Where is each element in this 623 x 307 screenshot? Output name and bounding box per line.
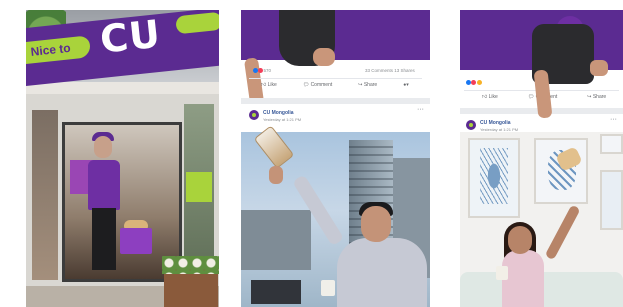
comment-label: Comment [310, 82, 333, 88]
previous-post-image [241, 10, 430, 60]
like-reaction-icon [466, 80, 471, 86]
page-name[interactable]: CU Mongolia [263, 110, 294, 116]
window-left [32, 110, 58, 280]
page-avatar[interactable] [466, 120, 476, 130]
reaction-icons [466, 80, 482, 86]
love-reaction-icon [258, 68, 264, 74]
thumbs-up-icon: 👍︎ [261, 82, 267, 88]
clerk-vest [88, 160, 120, 210]
woman-face [508, 226, 532, 254]
share-label: Share [592, 94, 607, 100]
feed-separator [241, 98, 430, 104]
man-hand [269, 166, 283, 184]
post-timestamp[interactable]: Yesterday at 1:21 PM [263, 117, 301, 122]
comment-icon: 💬︎ [302, 82, 310, 88]
page-avatar[interactable] [249, 110, 259, 120]
reaction-icons [253, 68, 264, 74]
clerk-legs [92, 208, 116, 270]
share-button[interactable]: ↪ Share [358, 82, 377, 88]
divider [249, 78, 422, 79]
share-icon: ↪ [587, 94, 592, 100]
share-label: Share [363, 82, 378, 88]
clerk-hand [590, 60, 608, 76]
post-actions: 👍︎ Like 💬︎ Comment ↪ Share ●▾ [261, 82, 409, 88]
like-label: Like [488, 94, 498, 100]
man-face [361, 206, 391, 242]
building-low [241, 210, 311, 270]
paper-cup [321, 280, 335, 296]
cu-store-photo: Nice to CU [26, 10, 219, 307]
more-options-icon[interactable]: ··· [417, 106, 424, 113]
wall-art-botanical [534, 138, 588, 204]
like-button[interactable]: 👍︎ Like [261, 82, 277, 88]
share-button[interactable]: ↪ Share [587, 94, 606, 100]
wall-art-coral [468, 138, 520, 218]
like-button[interactable]: 👍︎ Like [482, 94, 498, 100]
love-reaction-icon [471, 80, 477, 86]
planter-flowers [162, 256, 219, 274]
comments-shares-count[interactable]: 33 Comments 13 Shares [365, 68, 415, 73]
shopping-basket [120, 228, 152, 254]
wall-art-small [600, 134, 623, 154]
comment-icon: 💬︎ [527, 94, 535, 100]
facebook-feed-panel-left: 570 33 Comments 13 Shares 👍︎ Like 💬︎ Com… [241, 10, 430, 307]
woman-blouse [502, 250, 544, 307]
facebook-feed-panel-right: 👍︎ Like 💬︎ Comment ↪ Share CU Mongolia Y… [460, 10, 623, 307]
share-icon: ↪ [358, 82, 363, 88]
paper-cup [496, 266, 508, 280]
man-shirt [337, 238, 427, 307]
cu-logo: CU [98, 11, 164, 62]
clerk-head [94, 136, 112, 158]
globe-icon: ●▾ [403, 82, 409, 88]
laptop [251, 280, 301, 304]
reaction-summary[interactable] [466, 80, 482, 86]
thumbs-up-icon: 👍︎ [482, 94, 488, 100]
wall-art-tall [600, 170, 623, 230]
reaction-summary[interactable]: 570 [253, 68, 272, 74]
more-options-icon[interactable]: ··· [610, 116, 617, 123]
reaction-count: 570 [263, 68, 272, 73]
like-reaction-icon [253, 68, 258, 74]
haha-reaction-icon [476, 80, 482, 86]
page-name[interactable]: CU Mongolia [480, 120, 511, 126]
clerk-hand [313, 48, 335, 66]
comment-button[interactable]: 💬︎ Comment [303, 82, 332, 88]
like-label: Like [267, 82, 277, 88]
audience-dropdown[interactable]: ●▾ [403, 82, 409, 88]
window-green-sign [186, 172, 212, 202]
